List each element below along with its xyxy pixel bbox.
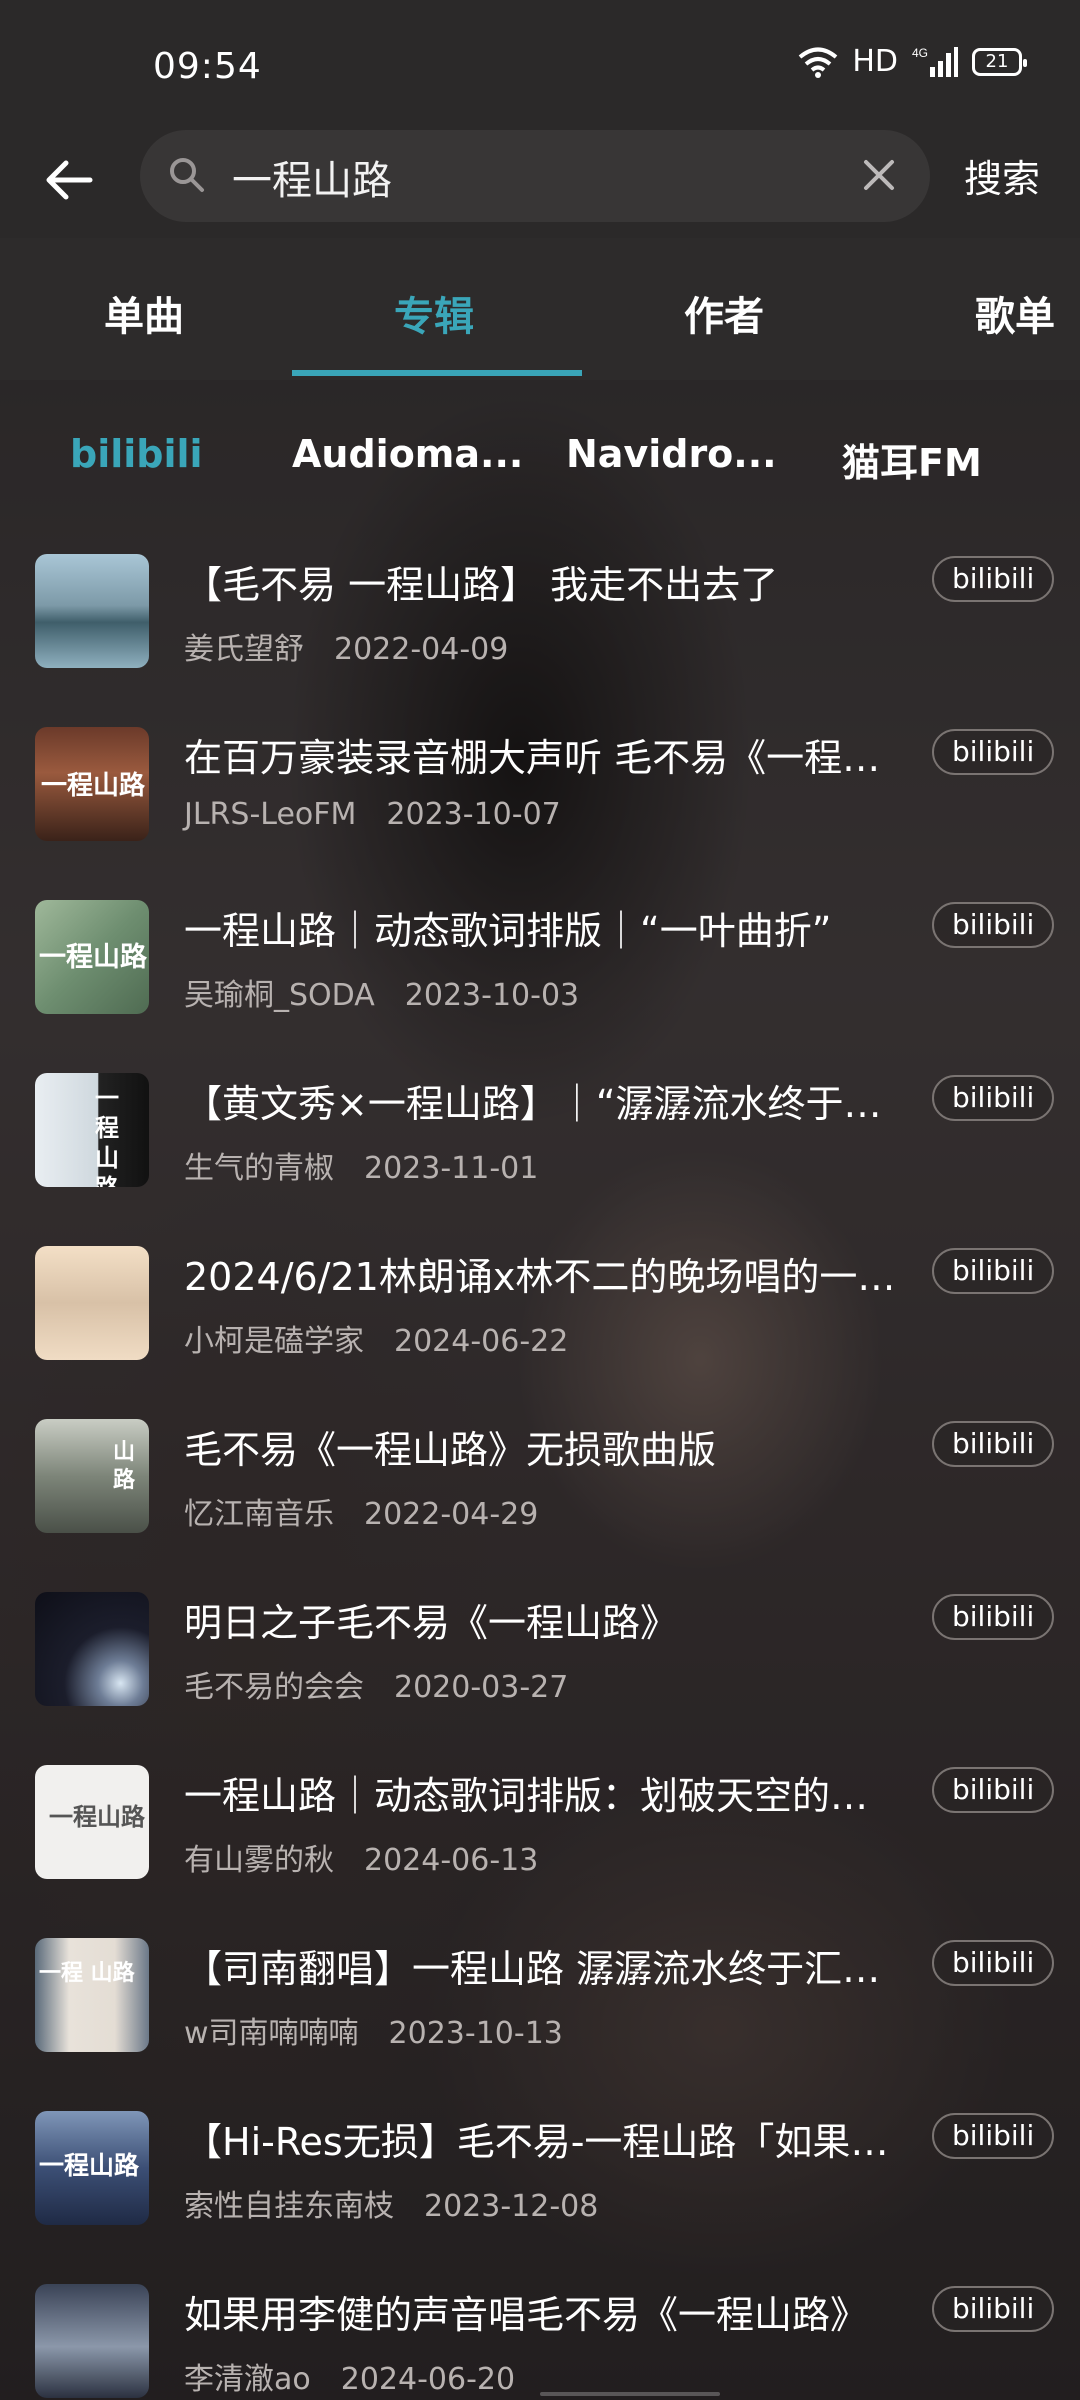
source-maoer-fm[interactable]: 猫耳FM	[842, 432, 982, 487]
album-author: 忆江南音乐	[184, 1497, 334, 1532]
status-icons: HD 4G 21	[798, 44, 1027, 79]
source-badge: bilibili	[932, 1594, 1055, 1640]
list-item[interactable]: 如果用李健的声音唱毛不易《一程山路》 李清澈ao 2024-06-20 bilib…	[0, 2260, 1080, 2400]
album-cover	[35, 554, 149, 668]
album-cover	[35, 1246, 149, 1360]
source-navidrome[interactable]: Navidro...	[566, 432, 777, 476]
source-tabs: bilibili Audioma... Navidro... 猫耳FM	[0, 380, 1080, 530]
album-title: 明日之子毛不易《一程山路》	[184, 1601, 679, 1645]
list-item[interactable]: 一程山路 一程山路｜动态歌词排版｜“一叶曲折” 吴瑜桐_SODA 2023-10-…	[0, 876, 1080, 1049]
source-badge: bilibili	[932, 1421, 1055, 1467]
source-badge: bilibili	[932, 2286, 1055, 2332]
search-icon	[170, 158, 204, 192]
album-author: w司南喃喃喃	[184, 2016, 359, 2051]
album-cover	[35, 2284, 149, 2398]
clear-icon[interactable]	[856, 152, 902, 198]
source-badge: bilibili	[932, 1767, 1055, 1813]
album-date: 2023-10-07	[386, 797, 561, 832]
cellular-signal-icon: 4G	[912, 46, 958, 77]
back-arrow-icon[interactable]	[40, 150, 100, 210]
wifi-icon	[799, 47, 838, 78]
network-label: HD	[852, 44, 898, 79]
source-badge: bilibili	[932, 2113, 1055, 2159]
list-item[interactable]: 【毛不易 一程山路】 我走不出去了 姜氏望舒 2022-04-09 bilibil…	[0, 530, 1080, 703]
status-bar: 09:54 HD 4G 21	[0, 0, 1080, 130]
source-badge: bilibili	[932, 902, 1055, 948]
list-item[interactable]: 一程山路 【Hi-Res无损】毛不易-一程山路「如果这一路」 索性自挂东南枝 20…	[0, 2087, 1080, 2260]
search-query[interactable]: 一程山路	[232, 148, 392, 206]
signal-label: 4G	[912, 46, 928, 60]
source-bilibili[interactable]: bilibili	[70, 432, 203, 476]
album-author: JLRS-LeoFM	[184, 797, 357, 832]
source-badge: bilibili	[932, 1940, 1055, 1986]
list-item[interactable]: 一程山路 一程山路｜动态歌词排版：划破天空的飞鸟 有山雾的秋 2024-06-13…	[0, 1741, 1080, 1914]
list-item[interactable]: 一程山路 【黄文秀×一程山路】｜“潺潺流水终于汇入大海” 生气的青椒 2023-1…	[0, 1049, 1080, 1222]
battery-icon: 21	[972, 47, 1027, 76]
album-title: 【黄文秀×一程山路】｜“潺潺流水终于汇入大海”	[184, 1082, 904, 1126]
album-author: 毛不易的会会	[184, 1670, 364, 1705]
album-date: 2022-04-09	[334, 632, 509, 667]
album-title: 【Hi-Res无损】毛不易-一程山路「如果这一路」	[184, 2120, 904, 2164]
album-title: 一程山路｜动态歌词排版：划破天空的飞鸟	[184, 1774, 904, 1818]
active-tab-indicator	[292, 370, 582, 376]
album-date: 2024-06-22	[394, 1324, 569, 1359]
album-title: 【司南翻唱】一程山路 潺潺流水终于汇入大海	[184, 1947, 904, 1991]
album-date: 2023-10-13	[388, 2016, 563, 2051]
album-title: 2024/6/21林朗诵x林不二的晚场唱的一程山路	[184, 1255, 904, 1299]
album-title: 【毛不易 一程山路】 我走不出去了	[184, 563, 779, 607]
album-author: 小柯是磕学家	[184, 1324, 364, 1359]
album-date: 2020-03-27	[394, 1670, 569, 1705]
search-row: 一程山路 搜索	[0, 130, 1080, 238]
album-cover: 一程山路	[35, 1765, 149, 1879]
album-cover: 一程山路	[35, 727, 149, 841]
album-author: 有山雾的秋	[184, 1843, 334, 1878]
battery-level: 21	[985, 51, 1009, 72]
album-cover: 一程山路	[35, 900, 149, 1014]
tab-songs[interactable]: 单曲	[104, 284, 184, 342]
status-time: 09:54	[153, 46, 262, 87]
album-author: 生气的青椒	[184, 1151, 334, 1186]
list-item[interactable]: 一程 山路 【司南翻唱】一程山路 潺潺流水终于汇入大海 w司南喃喃喃 2023-1…	[0, 1914, 1080, 2087]
album-author: 姜氏望舒	[184, 632, 304, 667]
search-button[interactable]: 搜索	[964, 148, 1040, 203]
album-date: 2023-10-03	[404, 978, 580, 1013]
source-audiomack[interactable]: Audioma...	[292, 432, 523, 476]
album-title: 一程山路｜动态歌词排版｜“一叶曲折”	[184, 909, 832, 953]
album-cover: 一程山路	[35, 2111, 149, 2225]
search-input[interactable]: 一程山路	[140, 130, 930, 222]
source-badge: bilibili	[932, 1075, 1055, 1121]
album-title: 毛不易《一程山路》无损歌曲版	[184, 1428, 717, 1472]
tab-playlists[interactable]: 歌单	[975, 284, 1055, 342]
list-item[interactable]: 一程山路 在百万豪装录音棚大声听 毛不易《一程山路》 JLRS-LeoFM 202…	[0, 703, 1080, 876]
album-cover	[35, 1592, 149, 1706]
category-tabs: 单曲 专辑 作者 歌单	[0, 238, 1080, 380]
album-date: 2023-11-01	[364, 1151, 539, 1186]
scroll-indicator	[540, 2392, 720, 2396]
album-author: 李清澈ao	[184, 2362, 311, 2397]
list-item[interactable]: 山路 毛不易《一程山路》无损歌曲版 忆江南音乐 2022-04-29 bilibi…	[0, 1395, 1080, 1568]
list-item[interactable]: 明日之子毛不易《一程山路》 毛不易的会会 2020-03-27 bilibili	[0, 1568, 1080, 1741]
album-author: 吴瑜桐_SODA	[184, 978, 375, 1013]
album-date: 2023-12-08	[424, 2189, 599, 2224]
album-cover: 一程山路	[35, 1073, 149, 1187]
album-author: 索性自挂东南枝	[184, 2189, 394, 2224]
album-cover: 一程 山路	[35, 1938, 149, 2052]
album-date: 2024-06-20	[340, 2362, 516, 2397]
source-badge: bilibili	[932, 729, 1055, 775]
tab-authors[interactable]: 作者	[684, 284, 764, 342]
album-date: 2024-06-13	[364, 1843, 539, 1878]
source-badge: bilibili	[932, 556, 1055, 602]
album-title: 如果用李健的声音唱毛不易《一程山路》	[184, 2293, 869, 2337]
album-title: 在百万豪装录音棚大声听 毛不易《一程山路》	[184, 736, 904, 780]
source-badge: bilibili	[932, 1248, 1055, 1294]
album-date: 2022-04-29	[364, 1497, 539, 1532]
list-item[interactable]: 2024/6/21林朗诵x林不二的晚场唱的一程山路 小柯是磕学家 2024-06-…	[0, 1222, 1080, 1395]
album-cover: 山路	[35, 1419, 149, 1533]
tab-albums[interactable]: 专辑	[394, 284, 474, 342]
